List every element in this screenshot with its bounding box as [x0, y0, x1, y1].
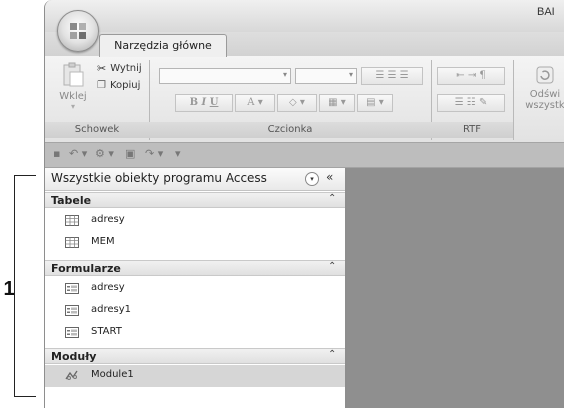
clipboard-group-label: Schowek — [45, 122, 149, 138]
paint-bucket-icon: ◇ — [289, 97, 297, 108]
form-icon[interactable]: ▣ — [125, 147, 135, 160]
list-item-selected[interactable]: Module1 — [45, 365, 345, 387]
paste-button[interactable]: Wklej ▾ — [57, 62, 89, 111]
rows-icon: ▤ — [366, 97, 376, 108]
section-title: Moduły — [51, 350, 97, 363]
section-forms[interactable]: Formularze ⌃ — [45, 260, 345, 276]
font-size-dropdown[interactable]: ▾ — [295, 68, 357, 84]
item-label: adresy — [91, 282, 125, 293]
access-window: BAI Narzędzia główne Wklej ▾ ✂ Wytnij ❐ … — [44, 0, 564, 408]
increase-indent-icon: ⇥ — [467, 70, 477, 81]
refresh-label-2: wszystk — [525, 100, 564, 111]
paste-icon — [63, 62, 84, 87]
collapse-pane-icon[interactable]: « — [326, 170, 333, 184]
font-color-button[interactable]: A ▾ — [235, 94, 275, 112]
chevron-up-icon: ⌃ — [328, 261, 337, 272]
underline-button[interactable]: U — [210, 97, 219, 108]
form-icon — [65, 327, 79, 338]
align-buttons[interactable]: ☰ ☰ ☰ — [361, 67, 423, 85]
align-center-icon: ☰ — [387, 70, 397, 81]
table-icon — [65, 237, 79, 248]
chevron-down-icon: ▾ — [348, 70, 353, 79]
highlight-icon: ✎ — [478, 97, 488, 108]
align-left-icon: ☰ — [375, 70, 385, 81]
fill-color-button[interactable]: ◇ ▾ — [277, 94, 317, 112]
list-item[interactable]: adresy — [45, 210, 345, 232]
refresh-icon — [536, 66, 554, 84]
office-logo-icon — [70, 23, 86, 39]
nav-pane-title: Wszystkie obiekty programu Access — [51, 171, 267, 185]
navigation-pane: Wszystkie obiekty programu Access ▾ « Ta… — [45, 168, 347, 408]
chevron-up-icon: ⌃ — [328, 349, 337, 360]
grid-icon: ▦ — [328, 97, 338, 108]
item-label: START — [91, 326, 122, 337]
bold-italic-underline[interactable]: B I U — [175, 94, 233, 112]
list-item[interactable]: adresy1 — [45, 300, 345, 322]
cut-button[interactable]: ✂ Wytnij — [97, 62, 142, 75]
scissors-icon: ✂ — [97, 62, 107, 75]
paragraph-icon: ¶ — [479, 70, 486, 81]
copy-label: Kopiuj — [109, 80, 141, 91]
item-label: adresy — [91, 214, 125, 225]
alternate-fill-button[interactable]: ▤ ▾ — [357, 94, 393, 112]
undo-icon[interactable]: ↶ ▾ — [69, 147, 87, 160]
title-bar: BAI — [45, 0, 564, 32]
nav-pane-header[interactable]: Wszystkie obiekty programu Access ▾ « — [45, 168, 345, 191]
module-icon — [65, 370, 78, 380]
item-label: MEM — [91, 236, 115, 247]
italic-button[interactable]: I — [202, 97, 207, 108]
paste-label: Wklej — [59, 91, 87, 102]
list-item[interactable]: START — [45, 322, 345, 344]
font-group-label: Czcionka — [149, 122, 431, 138]
window-title: BAI — [537, 6, 555, 18]
numbered-list-icon: ☰ — [454, 97, 464, 108]
decrease-indent-icon: ⇤ — [456, 70, 465, 81]
item-label: Module1 — [91, 369, 134, 380]
filter-icon[interactable]: ⚙ ▾ — [95, 147, 114, 160]
form-icon — [65, 283, 79, 294]
bold-button[interactable]: B — [190, 97, 198, 108]
refresh-all-button[interactable]: Odświ wszystk — [517, 64, 564, 111]
rtf-group: ⇤ ⇥ ¶ ☰ ☷ ✎ RTF — [431, 60, 514, 140]
save-icon[interactable]: ▪ — [53, 147, 60, 160]
nav-menu-icon[interactable]: ▾ — [305, 172, 319, 186]
annotation-callout: 1 — [3, 278, 15, 300]
quick-access-toolbar: ▪ ↶ ▾ ⚙ ▾ ▣ ↷ ▾ ▾ — [45, 143, 564, 168]
align-right-icon: ☰ — [399, 70, 409, 81]
copy-button[interactable]: ❐ Kopiuj — [97, 80, 140, 91]
section-tables[interactable]: Tabele ⌃ — [45, 192, 345, 208]
cut-label: Wytnij — [110, 63, 142, 74]
section-title: Tabele — [51, 194, 92, 207]
font-name-dropdown[interactable]: ▾ — [159, 68, 291, 84]
rtf-group-label: RTF — [431, 122, 513, 138]
workspace-area — [347, 168, 564, 408]
font-group: ▾ ▾ ☰ ☰ ☰ B I U A ▾ ◇ ▾ ▦ ▾ ▤ ▾ Czcionka — [149, 60, 432, 140]
list-item[interactable]: MEM — [45, 232, 345, 254]
item-label: adresy1 — [91, 304, 132, 315]
customize-icon[interactable]: ▾ — [175, 147, 181, 160]
indent-buttons[interactable]: ⇤ ⇥ ¶ — [437, 67, 505, 85]
records-group: Odświ wszystk — [513, 60, 564, 140]
section-title: Formularze — [51, 262, 121, 275]
table-icon — [65, 215, 79, 226]
form-icon — [65, 305, 79, 316]
paste-dropdown-icon[interactable]: ▾ — [57, 102, 89, 111]
chevron-up-icon: ⌃ — [328, 193, 337, 204]
copy-icon: ❐ — [97, 80, 106, 91]
ribbon: Wklej ▾ ✂ Wytnij ❐ Kopiuj Schowek ▾ ▾ ☰ … — [45, 56, 564, 143]
section-modules[interactable]: Moduły ⌃ — [45, 348, 345, 364]
gridlines-button[interactable]: ▦ ▾ — [319, 94, 355, 112]
font-color-label: A — [247, 97, 255, 108]
clipboard-group: Wklej ▾ ✂ Wytnij ❐ Kopiuj Schowek — [45, 60, 150, 140]
bullet-list-icon: ☷ — [466, 97, 476, 108]
chevron-down-icon: ▾ — [282, 70, 287, 79]
list-item[interactable]: adresy — [45, 278, 345, 300]
refresh-label-1: Odświ — [529, 89, 561, 100]
redo-icon[interactable]: ↷ ▾ — [145, 147, 163, 160]
tab-home[interactable]: Narzędzia główne — [99, 34, 227, 57]
list-buttons[interactable]: ☰ ☷ ✎ — [437, 94, 505, 112]
office-button[interactable] — [57, 10, 99, 52]
